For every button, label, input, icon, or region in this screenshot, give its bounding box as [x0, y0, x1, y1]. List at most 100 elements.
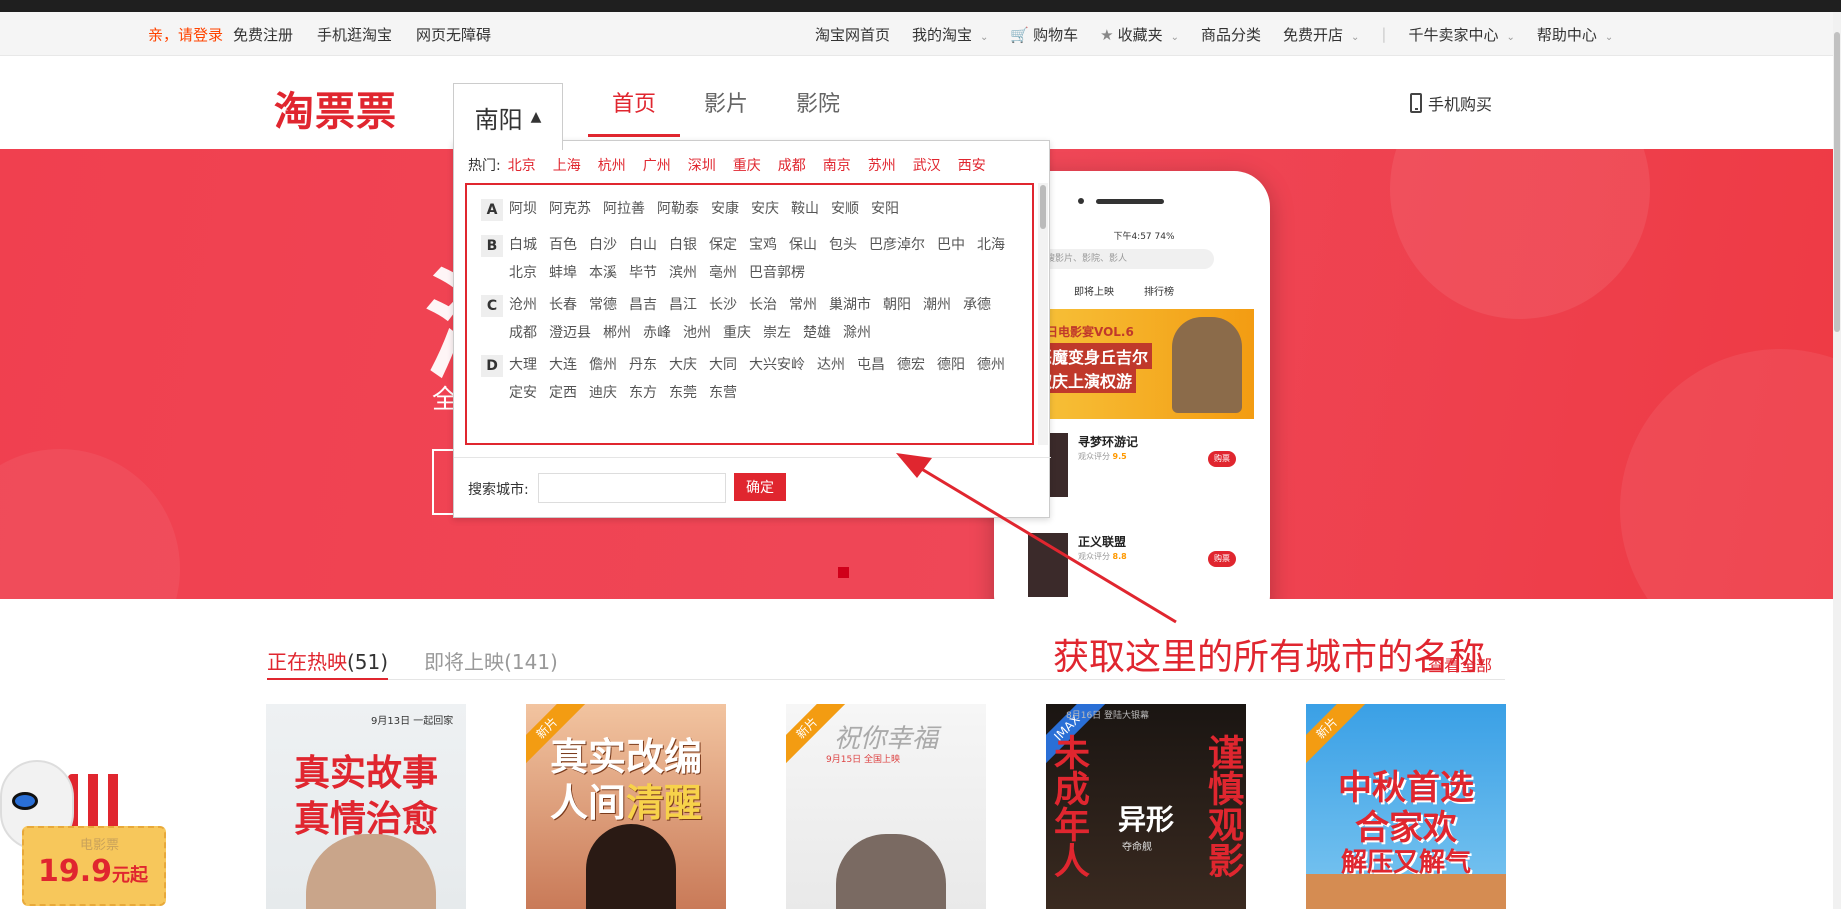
- city-list-scrollbar-thumb[interactable]: [1040, 185, 1046, 229]
- taopiaopiao-logo[interactable]: 淘票票: [274, 79, 397, 137]
- city-link[interactable]: 成都: [509, 323, 537, 343]
- city-link[interactable]: 巢湖市: [829, 295, 871, 315]
- movie-poster[interactable]: IMAX 8月16日 登陆大银幕 未成年人 谨慎观影 异形 夺命舰: [1046, 704, 1246, 909]
- city-link[interactable]: 昌吉: [629, 295, 657, 315]
- city-link[interactable]: 沧州: [509, 295, 537, 315]
- city-link[interactable]: 安阳: [871, 199, 899, 221]
- city-link[interactable]: 大同: [709, 355, 737, 375]
- city-link[interactable]: 巴彦淖尔: [869, 235, 925, 255]
- city-link[interactable]: 保定: [709, 235, 737, 255]
- city-link[interactable]: 安康: [711, 199, 739, 221]
- open-shop-menu[interactable]: 免费开店 ⌄: [1283, 24, 1359, 45]
- hot-city-link[interactable]: 北京: [508, 155, 536, 175]
- city-link[interactable]: 东方: [629, 383, 657, 403]
- city-link[interactable]: 巴音郭楞: [749, 263, 805, 283]
- movie-poster[interactable]: 新片 中秋首选 合家欢 解压又解气: [1306, 704, 1506, 909]
- city-link[interactable]: 保山: [789, 235, 817, 255]
- city-link[interactable]: 昌江: [669, 295, 697, 315]
- hot-city-link[interactable]: 成都: [778, 155, 806, 175]
- city-link[interactable]: 朝阳: [883, 295, 911, 315]
- city-link[interactable]: 达州: [817, 355, 845, 375]
- mobile-buy-link[interactable]: 手机购买: [1410, 91, 1492, 115]
- city-link[interactable]: 阿坝: [509, 199, 537, 221]
- city-link[interactable]: 崇左: [763, 323, 791, 343]
- movie-poster[interactable]: 新片 真实改编 人间清醒: [526, 704, 726, 909]
- city-link[interactable]: 长治: [749, 295, 777, 315]
- city-link[interactable]: 迪庆: [589, 383, 617, 403]
- city-link[interactable]: 丹东: [629, 355, 657, 375]
- city-link[interactable]: 白城: [509, 235, 537, 255]
- city-link[interactable]: 百色: [549, 235, 577, 255]
- city-link[interactable]: 阿勒泰: [657, 199, 699, 221]
- cart-link[interactable]: 🛒 购物车: [1010, 24, 1078, 45]
- hot-city-link[interactable]: 深圳: [688, 155, 716, 175]
- city-link[interactable]: 屯昌: [857, 355, 885, 375]
- hot-city-link[interactable]: 重庆: [733, 155, 761, 175]
- city-link[interactable]: 宝鸡: [749, 235, 777, 255]
- city-link[interactable]: 儋州: [589, 355, 617, 375]
- city-link[interactable]: 长春: [549, 295, 577, 315]
- city-link[interactable]: 阿克苏: [549, 199, 591, 221]
- city-link[interactable]: 池州: [683, 323, 711, 343]
- city-link[interactable]: 蚌埠: [549, 263, 577, 283]
- nav-tab-films[interactable]: 影片: [680, 83, 772, 137]
- city-link[interactable]: 承德: [963, 295, 991, 315]
- city-link[interactable]: 楚雄: [803, 323, 831, 343]
- register-link[interactable]: 免费注册: [233, 24, 293, 45]
- accessibility-link[interactable]: 网页无障碍: [416, 24, 491, 45]
- page-scrollbar[interactable]: [1833, 12, 1841, 909]
- city-link[interactable]: 潮州: [923, 295, 951, 315]
- city-link[interactable]: 赤峰: [643, 323, 671, 343]
- city-link[interactable]: 安顺: [831, 199, 859, 221]
- hot-city-link[interactable]: 武汉: [913, 155, 941, 175]
- favorites-menu[interactable]: ★ 收藏夹 ⌄: [1100, 24, 1179, 45]
- city-link[interactable]: 大理: [509, 355, 537, 375]
- nav-tab-home[interactable]: 首页: [588, 83, 680, 137]
- city-search-confirm-button[interactable]: 确定: [734, 473, 786, 501]
- city-link[interactable]: 巴中: [937, 235, 965, 255]
- floating-promo-ticket[interactable]: 电影票 19.9元起: [0, 760, 170, 909]
- help-center-menu[interactable]: 帮助中心 ⌄: [1537, 24, 1613, 45]
- city-link[interactable]: 澄迈县: [549, 323, 591, 343]
- city-link[interactable]: 长沙: [709, 295, 737, 315]
- city-link[interactable]: 常州: [789, 295, 817, 315]
- city-link[interactable]: 常德: [589, 295, 617, 315]
- city-link[interactable]: 安庆: [751, 199, 779, 221]
- tab-now-showing[interactable]: 正在热映(51): [267, 646, 389, 680]
- city-link[interactable]: 白银: [669, 235, 697, 255]
- city-link[interactable]: 白山: [629, 235, 657, 255]
- nav-tab-cinemas[interactable]: 影院: [772, 83, 864, 137]
- city-link[interactable]: 东营: [709, 383, 737, 403]
- city-link[interactable]: 鞍山: [791, 199, 819, 221]
- city-link[interactable]: 大庆: [669, 355, 697, 375]
- my-taobao-menu[interactable]: 我的淘宝 ⌄: [912, 24, 988, 45]
- city-link[interactable]: 毕节: [629, 263, 657, 283]
- city-link[interactable]: 北海: [977, 235, 1005, 255]
- city-link[interactable]: 大兴安岭: [749, 355, 805, 375]
- tab-coming-soon[interactable]: 即将上映(141): [424, 646, 558, 680]
- city-link[interactable]: 德宏: [897, 355, 925, 375]
- page-scrollbar-thumb[interactable]: [1834, 32, 1840, 332]
- city-link[interactable]: 包头: [829, 235, 857, 255]
- city-link[interactable]: 亳州: [709, 263, 737, 283]
- hot-city-link[interactable]: 西安: [958, 155, 986, 175]
- city-link[interactable]: 东莞: [669, 383, 697, 403]
- hot-city-link[interactable]: 南京: [823, 155, 851, 175]
- city-link[interactable]: 郴州: [603, 323, 631, 343]
- city-link[interactable]: 北京: [509, 263, 537, 283]
- seller-center-menu[interactable]: 千牛卖家中心 ⌄: [1408, 24, 1514, 45]
- hot-city-link[interactable]: 广州: [643, 155, 671, 175]
- hot-city-link[interactable]: 苏州: [868, 155, 896, 175]
- taobao-home-link[interactable]: 淘宝网首页: [815, 24, 890, 45]
- city-link[interactable]: 重庆: [723, 323, 751, 343]
- city-link[interactable]: 滨州: [669, 263, 697, 283]
- city-link[interactable]: 阿拉善: [603, 199, 645, 221]
- city-letter-list[interactable]: A 阿坝 阿克苏 阿拉善 阿勒泰 安康 安庆 鞍山 安顺 安阳 B 白城 百色 白沙 白山 白银 保定 宝鸡 保山包…: [465, 183, 1034, 445]
- banner-indicator[interactable]: [838, 567, 849, 578]
- city-link[interactable]: 大连: [549, 355, 577, 375]
- city-selector-button[interactable]: 南阳 ▲: [453, 83, 563, 150]
- city-link[interactable]: 定西: [549, 383, 577, 403]
- city-list-scrollbar[interactable]: [1038, 183, 1048, 445]
- city-search-input[interactable]: [538, 473, 726, 503]
- movie-poster[interactable]: 新片 祝你幸福 9月15日 全国上映: [786, 704, 986, 909]
